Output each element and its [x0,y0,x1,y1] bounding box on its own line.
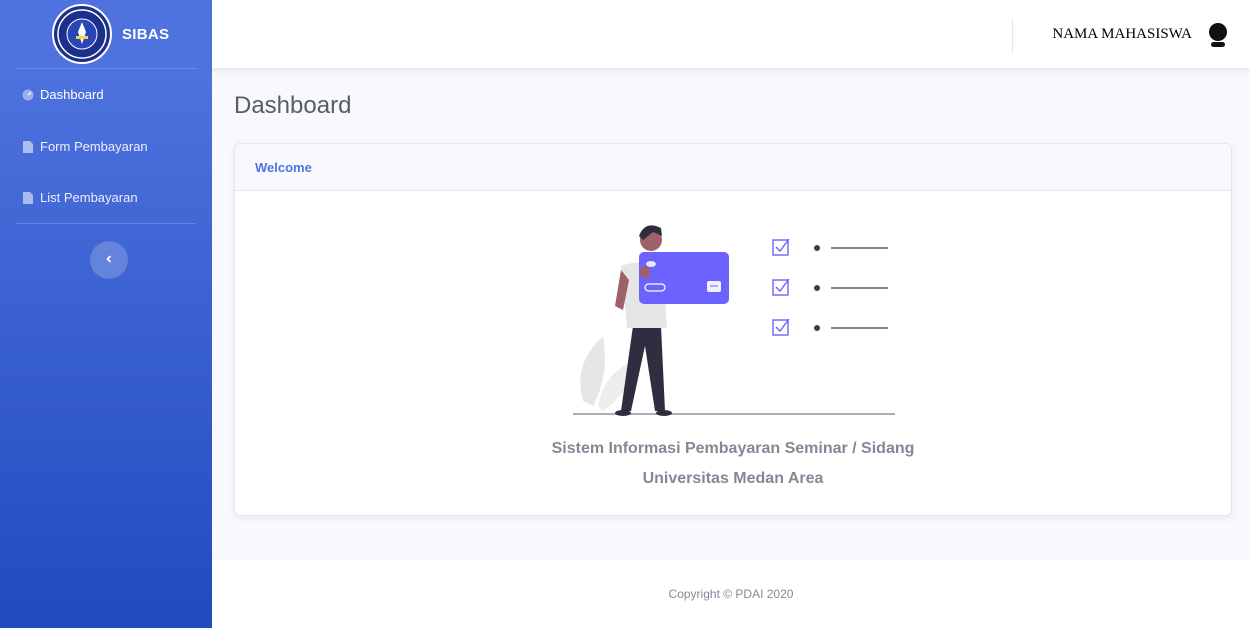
topbar: NAMA MAHASISWA [212,0,1250,68]
user-avatar-icon[interactable] [1206,22,1230,48]
card-title: Welcome [255,159,312,175]
sidebar-item-label: Dashboard [40,87,104,102]
sidebar-divider [16,223,196,224]
sidebar-item-list-pembayaran[interactable]: List Pembayaran [0,172,212,223]
welcome-line-1: Sistem Informasi Pembayaran Seminar / Si… [551,440,915,457]
file-icon [22,191,34,204]
sidebar: SIBAS Dashboard Form Pembayaran List Pem… [0,0,212,628]
sidebar-item-dashboard[interactable]: Dashboard [0,69,212,120]
chevron-left-icon [104,251,114,269]
footer: Copyright © PDAI 2020 [212,560,1250,628]
card-header: Welcome [235,144,1231,191]
page-title: Dashboard [234,92,352,119]
sidebar-item-form-pembayaran[interactable]: Form Pembayaran [0,121,212,172]
topbar-divider [1012,18,1013,54]
copyright-text: Copyright © PDAI 2020 [668,587,794,601]
tachometer-icon [22,89,34,101]
sidebar-brand[interactable]: SIBAS [0,0,212,68]
university-logo [52,4,112,64]
sidebar-item-label: Form Pembayaran [40,139,148,154]
file-icon [22,140,34,153]
welcome-card: Welcome Sistem Informasi Pembayaran Semi… [234,143,1232,516]
payment-illustration [573,225,895,416]
user-name[interactable]: NAMA MAHASISWA [1052,26,1192,43]
brand-name: SIBAS [122,26,170,43]
welcome-line-2: Universitas Medan Area [642,470,824,487]
sidebar-toggle-button[interactable] [90,241,128,279]
sidebar-item-label: List Pembayaran [40,190,138,205]
